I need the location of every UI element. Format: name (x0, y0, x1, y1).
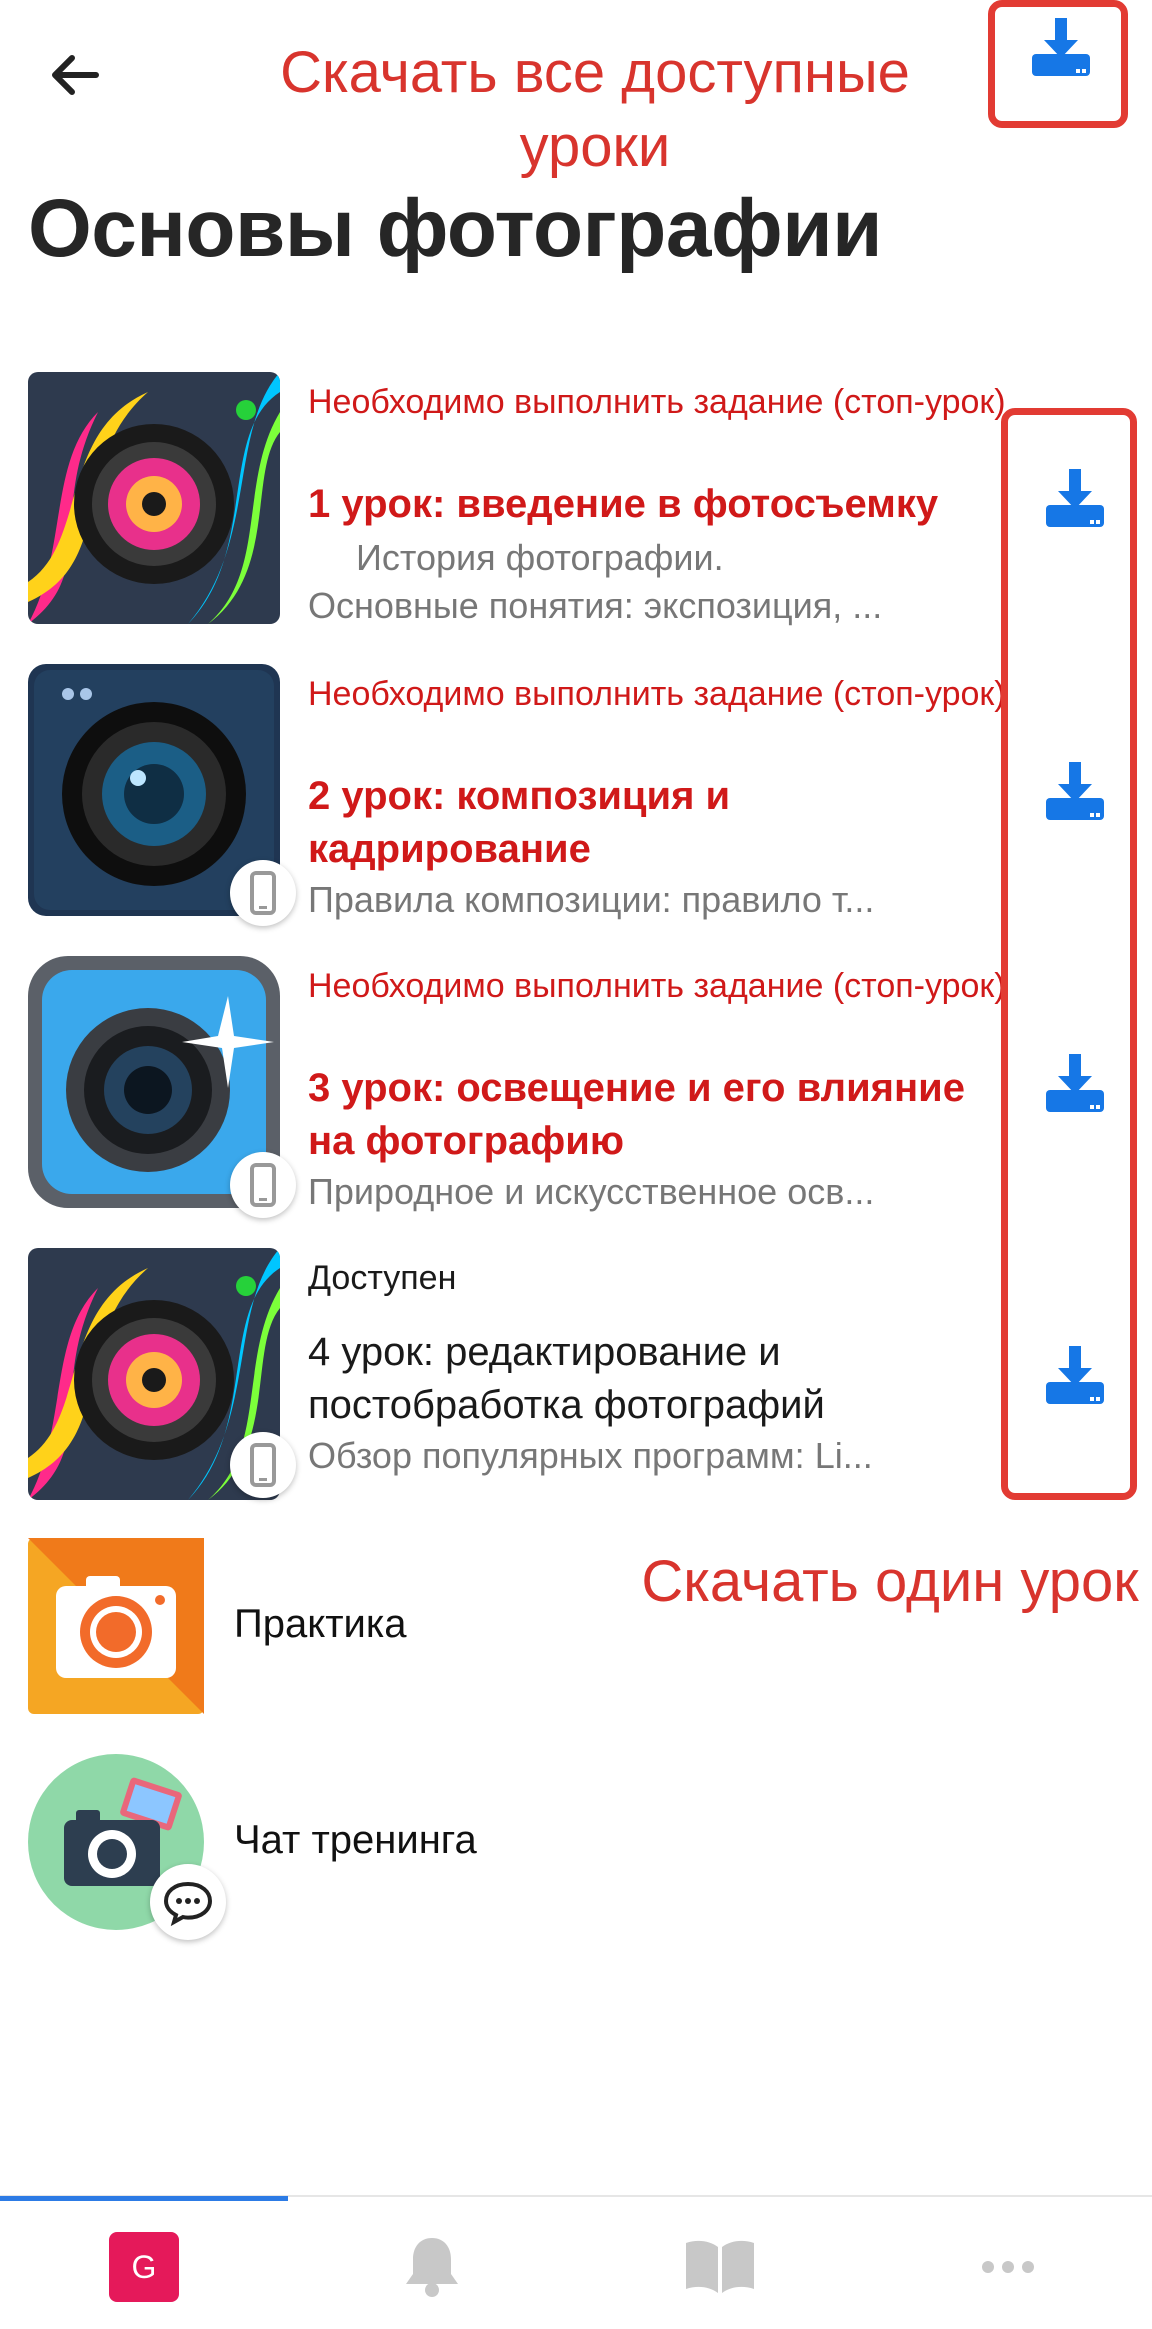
lesson-1-desc-line2: Основные понятия: экспозиция, ... (308, 585, 883, 626)
practice-label: Практика (234, 1602, 407, 1646)
lesson-3-status: Необходимо выполнить задание (стоп-урок) (308, 967, 1006, 1005)
lesson-3-phone-badge (230, 1152, 296, 1218)
bell-icon (406, 2238, 458, 2297)
lesson-2-title: 2 урок: композиция и кадрирование (308, 774, 731, 871)
nav-active-indicator (0, 2196, 288, 2201)
lesson-1-desc-line1: История фотографии. (356, 537, 724, 578)
phone-icon (250, 1443, 276, 1487)
nav-courses-tab[interactable] (576, 2224, 864, 2310)
lesson-item-4[interactable]: Доступен 4 урок: редактирование и постоб… (0, 1248, 1152, 1518)
lesson-item-1[interactable]: Необходимо выполнить задание (стоп-урок)… (0, 372, 1152, 642)
avatar: G (109, 2232, 179, 2302)
lesson-4-desc: Обзор популярных программ: Li... (308, 1435, 873, 1476)
lesson-2-phone-badge (230, 860, 296, 926)
lesson-2-status: Необходимо выполнить задание (стоп-урок) (308, 675, 1006, 713)
annotation-download-one: Скачать один урок (641, 1549, 1139, 1614)
practice-icon (28, 1538, 204, 1714)
book-icon (686, 2240, 754, 2293)
lesson-item-2[interactable]: Необходимо выполнить задание (стоп-урок)… (0, 664, 1152, 934)
lesson-1-title: 1 урок: введение в фотосъемку (308, 482, 939, 526)
lesson-4-status: Доступен (308, 1259, 457, 1297)
lesson-4-phone-badge (230, 1432, 296, 1498)
nav-notifications-tab[interactable] (288, 2224, 576, 2310)
lesson-1-status: Необходимо выполнить задание (стоп-урок) (308, 383, 1006, 421)
lesson-item-3[interactable]: Необходимо выполнить задание (стоп-урок)… (0, 956, 1152, 1226)
phone-icon (250, 871, 276, 915)
practice-item[interactable]: Практика (0, 1538, 640, 1714)
lesson-3-title: 3 урок: освещение и его влияние на фотог… (308, 1066, 965, 1163)
more-icon (982, 2261, 1034, 2273)
annotation-download-all: Скачать все доступные уроки (280, 40, 910, 179)
chat-badge (150, 1864, 226, 1940)
download-one-highlight (1001, 408, 1137, 1500)
page-title: Основы фотографии (28, 183, 883, 274)
lesson-3-desc: Природное и искусственное осв... (308, 1171, 875, 1212)
chat-bubble-icon (163, 1881, 213, 1927)
lesson-4-title: 4 урок: редактирование и постобработка ф… (308, 1330, 825, 1427)
nav-more-tab[interactable] (864, 2224, 1152, 2310)
training-chat-label: Чат тренинга (234, 1818, 477, 1862)
nav-profile-tab[interactable]: G (0, 2224, 288, 2310)
phone-icon (250, 1163, 276, 1207)
lesson-2-desc: Правила композиции: правило т... (308, 879, 875, 920)
back-arrow-icon[interactable] (40, 40, 110, 110)
lesson-1-thumbnail (28, 372, 280, 624)
download-all-button[interactable] (1026, 14, 1096, 84)
training-chat-item[interactable]: Чат тренинга (0, 1754, 640, 1940)
